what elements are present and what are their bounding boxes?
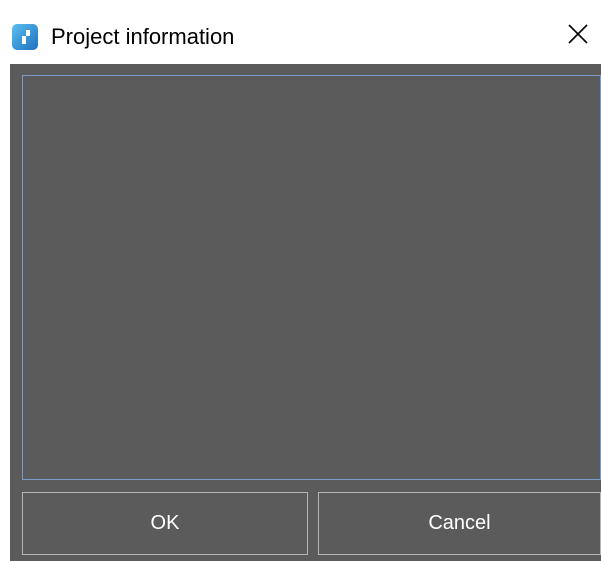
ok-button[interactable]: OK [22,492,308,555]
cancel-button[interactable]: Cancel [318,492,601,555]
project-information-dialog: Project information OK Cancel [0,0,601,561]
project-info-text-area[interactable] [22,75,601,480]
dialog-body: OK Cancel [10,64,601,561]
close-icon [568,23,588,49]
app-logo-icon [12,24,38,50]
close-button[interactable] [555,16,601,56]
window-title: Project information [51,24,235,49]
title-bar[interactable]: Project information [10,8,601,64]
